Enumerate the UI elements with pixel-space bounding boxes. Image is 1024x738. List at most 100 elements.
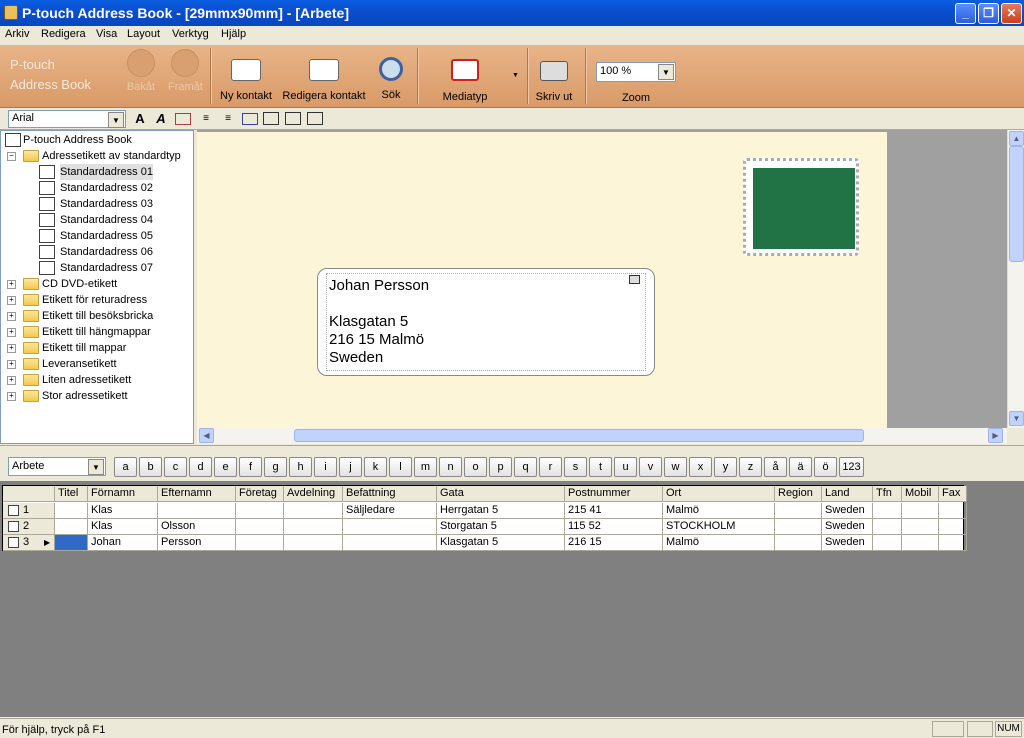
table-cell[interactable] bbox=[55, 535, 88, 551]
print-button[interactable]: Skriv ut bbox=[534, 49, 574, 103]
expand-icon[interactable]: + bbox=[7, 280, 16, 289]
vertical-scroll-thumb[interactable] bbox=[1009, 146, 1024, 262]
row-checkbox[interactable] bbox=[8, 537, 19, 548]
column-header[interactable]: Titel bbox=[55, 486, 88, 502]
tree-folder-standard[interactable]: − Adressetikett av standardtyp bbox=[7, 148, 193, 164]
alpha-button[interactable]: x bbox=[689, 457, 712, 477]
chevron-down-icon[interactable]: ▼ bbox=[658, 64, 674, 80]
font-italic-icon[interactable]: A bbox=[153, 111, 169, 127]
alpha-button[interactable]: k bbox=[364, 457, 387, 477]
column-header[interactable]: Efternamn bbox=[158, 486, 236, 502]
restore-button[interactable]: ❐ bbox=[978, 3, 999, 24]
alpha-button[interactable]: a bbox=[114, 457, 137, 477]
column-header[interactable]: Land bbox=[822, 486, 873, 502]
table-cell[interactable] bbox=[775, 519, 822, 535]
alpha-button[interactable]: r bbox=[539, 457, 562, 477]
font-size-large-icon[interactable]: A bbox=[132, 111, 148, 127]
tree-folder-cd-dvd[interactable]: + CD DVD-etikett bbox=[7, 276, 193, 292]
alpha-button[interactable]: u bbox=[614, 457, 637, 477]
horizontal-scroll-thumb[interactable] bbox=[294, 429, 864, 442]
menu-redigera[interactable]: Redigera bbox=[41, 28, 86, 40]
alpha-button[interactable]: y bbox=[714, 457, 737, 477]
table-cell[interactable] bbox=[775, 535, 822, 551]
table-cell[interactable] bbox=[343, 519, 437, 535]
align-middle-icon[interactable] bbox=[285, 112, 301, 125]
table-cell[interactable]: Säljledare bbox=[343, 503, 437, 519]
pane-splitter[interactable] bbox=[0, 445, 1024, 453]
media-type-button[interactable]: Mediatyp bbox=[440, 49, 490, 103]
table-cell[interactable] bbox=[236, 503, 284, 519]
expand-icon[interactable]: + bbox=[7, 376, 16, 385]
table-cell[interactable]: Malmö bbox=[663, 503, 775, 519]
table-cell[interactable]: Persson bbox=[158, 535, 236, 551]
tree-folder-hangmappar[interactable]: + Etikett till hängmappar bbox=[7, 324, 193, 340]
media-type-dropdown-icon[interactable]: ▼ bbox=[512, 72, 519, 79]
back-button[interactable]: Bakåt bbox=[126, 49, 156, 93]
expand-icon[interactable]: + bbox=[7, 296, 16, 305]
tree-item-standardadress-07[interactable]: Standardadress 07 bbox=[39, 260, 189, 276]
table-cell[interactable]: Klas bbox=[88, 519, 158, 535]
edit-contact-button[interactable]: Redigera kontakt bbox=[281, 49, 367, 102]
alpha-button[interactable]: p bbox=[489, 457, 512, 477]
justify-icon[interactable] bbox=[242, 113, 258, 125]
table-cell[interactable] bbox=[55, 519, 88, 535]
tree-item-standardadress-04[interactable]: Standardadress 04 bbox=[39, 212, 189, 228]
alpha-button[interactable]: t bbox=[589, 457, 612, 477]
tree-folder-mappar[interactable]: + Etikett till mappar bbox=[7, 340, 193, 356]
alpha-button[interactable]: l bbox=[389, 457, 412, 477]
row-checkbox[interactable] bbox=[8, 505, 19, 516]
table-cell[interactable]: 115 52 bbox=[565, 519, 663, 535]
table-cell[interactable] bbox=[284, 503, 343, 519]
row-checkbox[interactable] bbox=[8, 521, 19, 532]
column-header[interactable]: Mobil bbox=[902, 486, 939, 502]
column-header[interactable]: Fax bbox=[939, 486, 967, 502]
alpha-button[interactable]: b bbox=[139, 457, 162, 477]
alpha-button[interactable]: v bbox=[639, 457, 662, 477]
alpha-button[interactable]: h bbox=[289, 457, 312, 477]
alpha-button[interactable]: å bbox=[764, 457, 787, 477]
column-header[interactable]: Tfn bbox=[873, 486, 902, 502]
scroll-right-icon[interactable]: ▶ bbox=[988, 428, 1003, 443]
tree-folder-leverans[interactable]: + Leveransetikett bbox=[7, 356, 193, 372]
table-cell[interactable]: Sweden bbox=[822, 535, 873, 551]
alpha-button[interactable]: n bbox=[439, 457, 462, 477]
chevron-down-icon[interactable]: ▼ bbox=[108, 112, 124, 128]
alpha-button[interactable]: g bbox=[264, 457, 287, 477]
table-cell[interactable]: Klasgatan 5 bbox=[437, 535, 565, 551]
group-select[interactable]: Arbete ▼ bbox=[8, 457, 106, 476]
expand-icon[interactable]: + bbox=[7, 360, 16, 369]
scroll-left-icon[interactable]: ◀ bbox=[199, 428, 214, 443]
row-header[interactable]: 1 bbox=[3, 503, 55, 519]
align-right-icon[interactable]: ≡ bbox=[220, 111, 236, 127]
table-cell[interactable] bbox=[158, 503, 236, 519]
forward-button[interactable]: Framåt bbox=[168, 49, 203, 93]
preview-vertical-scrollbar[interactable]: ▲ ▼ bbox=[1007, 130, 1024, 428]
address-text-box[interactable]: Johan Persson Klasgatan 5 216 15 Malmö S… bbox=[326, 273, 646, 371]
table-cell[interactable]: Herrgatan 5 bbox=[437, 503, 565, 519]
new-contact-button[interactable]: Ny kontakt bbox=[217, 49, 275, 102]
align-top-icon[interactable] bbox=[263, 112, 279, 125]
row-header[interactable]: 3 ▶ bbox=[3, 535, 55, 551]
chevron-down-icon[interactable]: ▼ bbox=[88, 459, 104, 475]
column-header[interactable]: Företag bbox=[236, 486, 284, 502]
table-cell[interactable]: Sweden bbox=[822, 519, 873, 535]
table-cell[interactable] bbox=[284, 535, 343, 551]
column-header[interactable]: Gata bbox=[437, 486, 565, 502]
alpha-button[interactable]: o bbox=[464, 457, 487, 477]
expand-icon[interactable]: + bbox=[7, 328, 16, 337]
align-left-icon[interactable] bbox=[175, 113, 191, 125]
collapse-icon[interactable]: − bbox=[7, 152, 16, 161]
tree-item-standardadress-06[interactable]: Standardadress 06 bbox=[39, 244, 189, 260]
table-cell[interactable] bbox=[939, 535, 967, 551]
address-label[interactable]: Johan Persson Klasgatan 5 216 15 Malmö S… bbox=[317, 268, 655, 376]
column-header[interactable]: Förnamn bbox=[88, 486, 158, 502]
alpha-button[interactable]: q bbox=[514, 457, 537, 477]
table-cell[interactable]: STOCKHOLM bbox=[663, 519, 775, 535]
close-button[interactable]: ✕ bbox=[1001, 3, 1022, 24]
table-cell[interactable]: Sweden bbox=[822, 503, 873, 519]
expand-icon[interactable]: + bbox=[7, 312, 16, 321]
column-header[interactable]: Befattning bbox=[343, 486, 437, 502]
column-header[interactable]: Postnummer bbox=[565, 486, 663, 502]
table-cell[interactable] bbox=[902, 503, 939, 519]
tree-item-standardadress-02[interactable]: Standardadress 02 bbox=[39, 180, 189, 196]
